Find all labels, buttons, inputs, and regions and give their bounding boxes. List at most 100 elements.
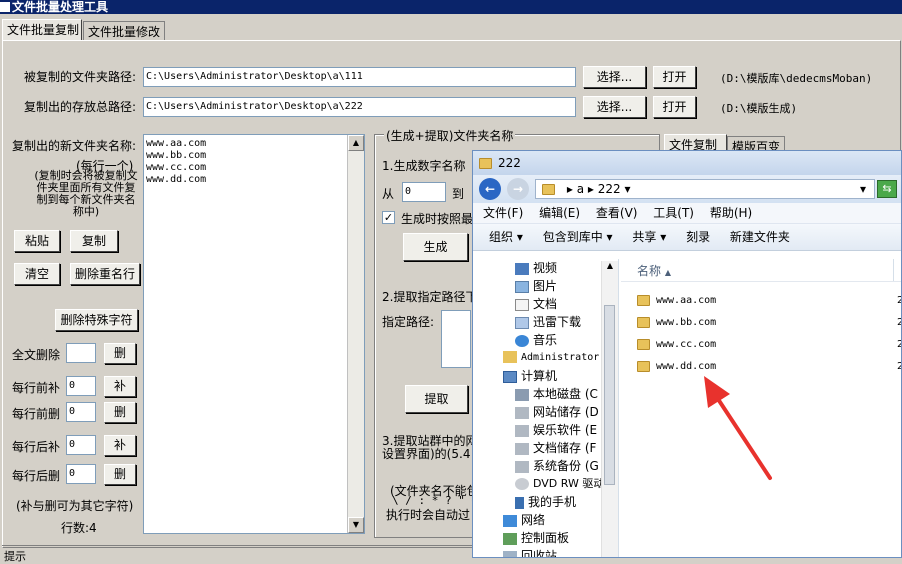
- scroll-thumb[interactable]: [604, 305, 615, 485]
- scroll-up-icon[interactable]: ▲: [348, 135, 364, 151]
- breadcrumb-dropdown-icon[interactable]: ▾: [624, 182, 630, 196]
- tab-batch-modify[interactable]: 文件批量修改: [83, 21, 165, 41]
- nav-computer[interactable]: 计算机: [473, 367, 618, 385]
- source-path-input[interactable]: C:\Users\Administrator\Desktop\a\111: [143, 67, 576, 87]
- suffix-add-label: 每行后补: [12, 440, 61, 454]
- nav-xunlei[interactable]: 迅雷下载: [473, 313, 618, 331]
- dest-path-label: 复制出的存放总路径:: [24, 100, 137, 114]
- from-label: 从: [382, 187, 395, 201]
- source-open-button[interactable]: 打开: [653, 66, 696, 88]
- burn-button[interactable]: 刻录: [686, 230, 710, 244]
- scroll-up-icon[interactable]: ▲: [602, 261, 618, 270]
- nav-recycle-bin[interactable]: 回收站: [473, 547, 618, 557]
- global-delete-input[interactable]: [66, 343, 96, 363]
- specified-path-textarea[interactable]: [441, 310, 471, 368]
- menu-edit[interactable]: 编辑(E): [539, 206, 580, 220]
- nav-drive-g[interactable]: 系统备份 (G: [473, 457, 618, 475]
- suffix-delete-input[interactable]: 0: [66, 464, 96, 484]
- source-note: (D:\模版库\dedecmsMoban): [720, 72, 873, 85]
- scroll-down-icon[interactable]: ▼: [348, 517, 364, 533]
- new-folder-button[interactable]: 新建文件夹: [730, 230, 790, 244]
- nav-my-phone[interactable]: 我的手机: [473, 493, 618, 511]
- back-icon[interactable]: ←: [479, 178, 501, 200]
- address-dropdown-icon[interactable]: ▾: [860, 180, 866, 198]
- address-bar[interactable]: ▸ a ▸ 222 ▾ ▾: [535, 179, 875, 199]
- nav-videos[interactable]: 视频: [473, 259, 618, 277]
- breadcrumb-item[interactable]: 222: [598, 182, 621, 196]
- app-icon: [0, 2, 10, 12]
- nav-documents[interactable]: 文档: [473, 295, 618, 313]
- menu-view[interactable]: 查看(V): [596, 206, 638, 220]
- nav-dvd-drive[interactable]: DVD RW 驱动: [473, 475, 618, 493]
- prefix-delete-input[interactable]: 0: [66, 402, 96, 422]
- include-library-button[interactable]: 包含到库中 ▾: [543, 230, 613, 244]
- nav-drive-f[interactable]: 文档储存 (F: [473, 439, 618, 457]
- breadcrumb-sep-icon: ▸: [587, 182, 594, 196]
- folder-icon: [479, 158, 492, 169]
- name-line: www.bb.com: [146, 150, 207, 161]
- global-delete-button[interactable]: 删: [104, 343, 136, 364]
- names-scrollbar[interactable]: ▲ ▼: [347, 135, 364, 533]
- generate-button[interactable]: 生成: [403, 233, 468, 261]
- tab-batch-copy[interactable]: 文件批量复制: [2, 19, 82, 41]
- extract-path-section-label: 2.提取指定路径下: [382, 290, 478, 304]
- explorer-window: 222 ← → ▸ a ▸ 222 ▾ ▾ ⇆ 文件(F) 编辑(E) 查看(V…: [472, 150, 902, 558]
- file-row[interactable]: www.bb.com: [637, 312, 716, 334]
- auto-filter-note: 执行时会自动过: [386, 508, 471, 522]
- from-input[interactable]: 0: [402, 182, 446, 202]
- prefix-add-label: 每行前补: [12, 381, 61, 395]
- dest-path-input[interactable]: C:\Users\Administrator\Desktop\a\222: [143, 97, 576, 117]
- new-folder-names-label: 复制出的新文件夹名称:: [12, 139, 137, 153]
- global-delete-label: 全文删除: [12, 348, 61, 362]
- date-column: 2 2 2 2: [897, 290, 901, 378]
- extract-button[interactable]: 提取: [405, 385, 468, 413]
- dest-choose-button[interactable]: 选择...: [583, 96, 646, 118]
- menu-file[interactable]: 文件(F): [483, 206, 523, 220]
- breadcrumb-item[interactable]: a: [577, 182, 584, 196]
- explorer-titlebar: 222: [473, 151, 901, 175]
- suffix-add-button[interactable]: 补: [104, 435, 136, 456]
- suffix-delete-button[interactable]: 删: [104, 464, 136, 485]
- nav-music[interactable]: 音乐: [473, 331, 618, 349]
- prefix-delete-button[interactable]: 删: [104, 402, 136, 423]
- clear-button[interactable]: 清空: [14, 263, 60, 285]
- share-button[interactable]: 共享 ▾: [632, 230, 666, 244]
- remove-special-chars-button[interactable]: 删除特殊字符: [55, 309, 138, 331]
- copy-hint: (复制时会将被复制文件夹里面所有文件复制到每个新文件夹名称中): [34, 169, 138, 218]
- copy-button[interactable]: 复制: [70, 230, 118, 252]
- to-label: 到: [452, 187, 465, 201]
- dest-open-button[interactable]: 打开: [653, 96, 696, 118]
- column-name[interactable]: 名称 ▲: [637, 262, 671, 279]
- paste-button[interactable]: 粘贴: [14, 230, 60, 252]
- nav-drive-d[interactable]: 网站储存 (D: [473, 403, 618, 421]
- file-rows: www.aa.com www.bb.com www.cc.com www.dd.…: [637, 290, 716, 378]
- nav-pictures[interactable]: 图片: [473, 277, 618, 295]
- file-row[interactable]: www.cc.com: [637, 334, 716, 356]
- source-choose-button[interactable]: 选择...: [583, 66, 646, 88]
- add-delete-note: (补与删可为其它字符): [16, 499, 134, 513]
- organize-button[interactable]: 组织 ▾: [489, 230, 523, 244]
- file-row[interactable]: www.aa.com: [637, 290, 716, 312]
- nav-scrollbar[interactable]: ▲: [601, 261, 618, 557]
- nav-drive-e[interactable]: 娱乐软件 (E: [473, 421, 618, 439]
- nav-drive-c[interactable]: 本地磁盘 (C: [473, 385, 618, 403]
- menu-tools[interactable]: 工具(T): [653, 206, 694, 220]
- refresh-icon[interactable]: ⇆: [877, 180, 897, 198]
- name-line: www.dd.com: [146, 174, 207, 185]
- forward-icon[interactable]: →: [507, 178, 529, 200]
- explorer-address-row: ← → ▸ a ▸ 222 ▾ ▾ ⇆: [473, 175, 901, 203]
- keep-checkbox-label: 生成时按照最: [401, 212, 474, 226]
- nav-network[interactable]: 网络: [473, 511, 618, 529]
- source-path-label: 被复制的文件夹路径:: [24, 70, 137, 84]
- nav-administrator[interactable]: Administrator: [473, 349, 618, 367]
- navigation-pane: 视频 图片 文档 迅雷下载 音乐 Administrator 计算机 本地磁盘 …: [473, 259, 619, 557]
- suffix-add-input[interactable]: 0: [66, 435, 96, 455]
- remove-duplicates-button[interactable]: 删除重名行: [70, 263, 140, 285]
- specified-path-label: 指定路径:: [382, 315, 435, 329]
- prefix-add-input[interactable]: 0: [66, 376, 96, 396]
- folder-names-textarea[interactable]: www.aa.com www.bb.com www.cc.com www.dd.…: [143, 134, 365, 534]
- prefix-add-button[interactable]: 补: [104, 376, 136, 397]
- menu-help[interactable]: 帮助(H): [710, 206, 752, 220]
- nav-control-panel[interactable]: 控制面板: [473, 529, 618, 547]
- keep-checkbox[interactable]: ✓: [382, 211, 395, 224]
